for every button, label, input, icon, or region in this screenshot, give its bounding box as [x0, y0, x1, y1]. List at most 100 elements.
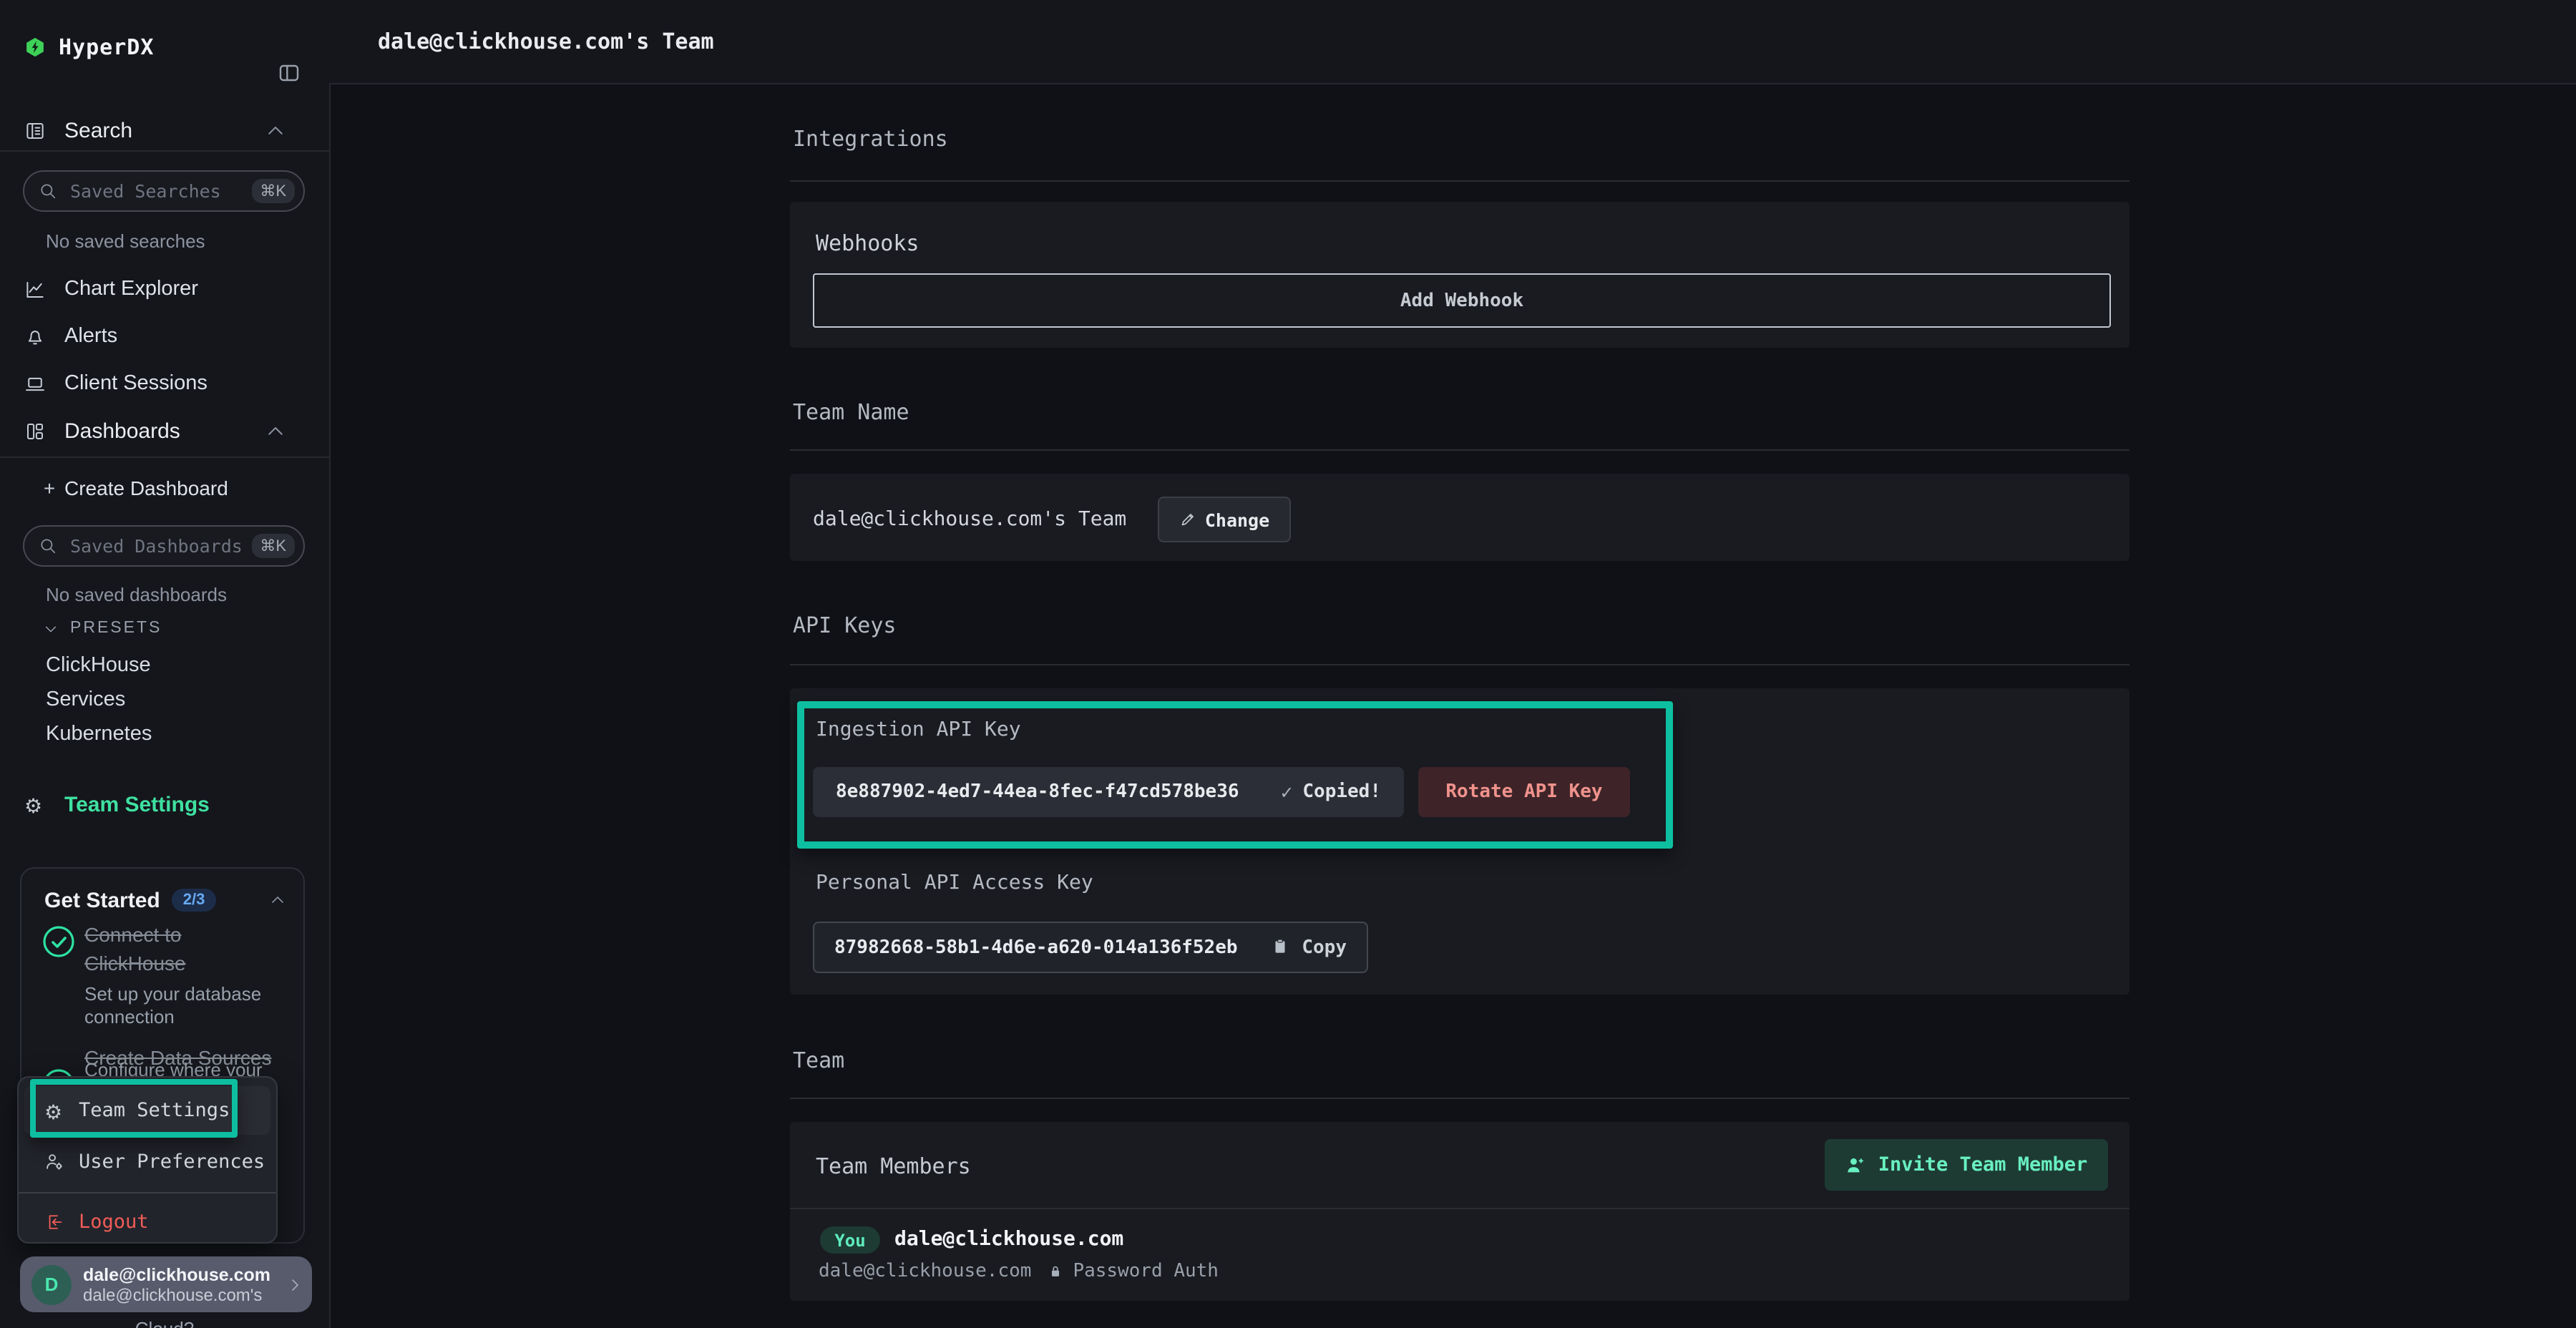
chevron-right-icon — [286, 1276, 303, 1293]
presets-label: PRESETS — [70, 620, 162, 637]
user-email: dale@clickhouse.com — [83, 1264, 283, 1284]
saved-searches-field[interactable] — [67, 179, 251, 203]
add-webhook-button[interactable]: Add Webhook — [813, 273, 2111, 328]
gear-icon: ⚙ — [24, 794, 46, 815]
sidebar-item-label: Dashboards — [64, 419, 180, 443]
chart-icon — [24, 278, 46, 300]
page-title: dale@clickhouse.com's Team — [378, 29, 714, 54]
topbar: dale@clickhouse.com's Team — [329, 0, 2576, 84]
copy-button-label[interactable]: Copy — [1302, 937, 1347, 958]
gear-icon: ⚙ — [44, 1100, 64, 1120]
team-name-heading: Team Name — [793, 399, 909, 425]
menu-item-label: User Preferences — [79, 1151, 265, 1173]
chevron-down-icon — [43, 620, 59, 636]
brand-name: HyperDX — [59, 34, 154, 60]
sidebar-divider — [0, 456, 329, 458]
you-badge: You — [820, 1226, 880, 1254]
section-divider — [790, 449, 2129, 451]
create-dashboard-label: Create Dashboard — [64, 477, 228, 499]
sidebar-divider — [0, 150, 329, 152]
ingestion-key-text: 8e887902-4ed7-44ea-8fec-f47cd578be36 — [836, 781, 1239, 803]
sidebar-item-label: Chart Explorer — [64, 278, 198, 301]
plus-icon: + — [40, 477, 59, 499]
get-started-item-subtitle: Set up your database connection — [84, 983, 288, 1027]
invite-button-label: Invite Team Member — [1878, 1153, 2088, 1176]
team-heading: Team — [793, 1048, 844, 1073]
collapse-sidebar-icon[interactable] — [278, 62, 301, 83]
saved-dashboards-input[interactable]: ⌘K — [23, 525, 305, 567]
no-saved-searches-text: No saved searches — [46, 230, 205, 252]
team-name-value: dale@clickhouse.com's Team — [813, 508, 1126, 531]
chevron-up-icon[interactable] — [265, 420, 286, 441]
chevron-up-icon[interactable] — [265, 119, 286, 141]
copied-label: Copied! — [1302, 781, 1381, 803]
account-menu: ⚙ Team Settings User Preferences Logout — [17, 1076, 278, 1244]
menu-item-user-preferences[interactable]: User Preferences — [24, 1138, 270, 1186]
bell-icon — [24, 326, 46, 347]
team-name-card: dale@clickhouse.com's Team Change — [790, 474, 2129, 561]
team-settings-link-label: Team Settings — [64, 792, 210, 816]
section-divider — [790, 1098, 2129, 1099]
sidebar-item-label: Search — [64, 118, 132, 142]
webhooks-title: Webhooks — [816, 230, 919, 256]
search-icon — [39, 537, 57, 555]
sidebar-item-alerts[interactable]: Alerts — [0, 315, 329, 358]
no-saved-dashboards-text: No saved dashboards — [46, 584, 227, 605]
team-members-title: Team Members — [816, 1153, 971, 1179]
auth-method-label: Password Auth — [1073, 1261, 1219, 1282]
api-keys-heading: API Keys — [793, 612, 897, 638]
webhooks-card: Webhooks Add Webhook — [790, 202, 2129, 348]
ingestion-key-value[interactable]: 8e887902-4ed7-44ea-8fec-f47cd578be36 ✓ C… — [813, 767, 1404, 817]
saved-searches-input[interactable]: ⌘K — [23, 170, 305, 212]
preset-item-kubernetes[interactable]: Kubernetes — [46, 723, 152, 746]
rotate-api-key-button[interactable]: Rotate API Key — [1418, 767, 1630, 817]
preset-item-clickhouse[interactable]: ClickHouse — [46, 654, 151, 677]
user-account-chip[interactable]: D dale@clickhouse.com dale@clickhouse.co… — [20, 1256, 312, 1312]
menu-item-team-settings[interactable]: ⚙ Team Settings — [24, 1086, 270, 1135]
sidebar-item-client-sessions[interactable]: Client Sessions — [0, 362, 329, 405]
personal-key-label: Personal API Access Key — [816, 872, 1093, 894]
sidebar-item-chart-explorer[interactable]: Chart Explorer — [0, 268, 329, 311]
pencil-icon — [1179, 511, 1196, 528]
member-details-row: dale@clickhouse.com Password Auth — [819, 1261, 1219, 1282]
menu-item-label: Team Settings — [79, 1099, 230, 1122]
section-divider — [790, 180, 2129, 182]
sidebar-item-dashboards[interactable]: Dashboards — [0, 409, 329, 452]
ingestion-key-label: Ingestion API Key — [816, 718, 1021, 741]
avatar: D — [31, 1264, 72, 1304]
personal-key-value[interactable]: 87982668-58b1-4d6e-a620-014a136f52eb Cop… — [813, 922, 1368, 973]
sidebar-item-label: Client Sessions — [64, 372, 208, 395]
presets-toggle[interactable]: PRESETS — [43, 620, 162, 637]
hyperdx-app: HyperDX Search ⌘K No saved sear — [0, 0, 2576, 1328]
change-team-name-button[interactable]: Change — [1158, 497, 1291, 542]
progress-badge: 2/3 — [172, 889, 217, 912]
clipped-cloud-text[interactable]: Cloud? — [0, 1318, 329, 1328]
member-email: dale@clickhouse.com — [894, 1228, 1123, 1251]
create-dashboard-button[interactable]: + Create Dashboard — [0, 467, 329, 509]
change-button-label: Change — [1205, 509, 1269, 530]
get-started-item-title[interactable]: Connect to ClickHouse — [84, 920, 288, 977]
person-plus-icon — [1845, 1154, 1867, 1176]
preset-item-services[interactable]: Services — [46, 688, 125, 711]
search-icon — [39, 182, 57, 200]
integrations-heading: Integrations — [793, 126, 948, 152]
sidebar-item-search[interactable]: Search — [0, 109, 329, 152]
invite-team-member-button[interactable]: Invite Team Member — [1825, 1139, 2108, 1191]
user-gear-icon — [44, 1152, 64, 1172]
menu-item-label: Logout — [79, 1211, 149, 1234]
sidebar-item-team-settings[interactable]: ⚙ Team Settings — [0, 783, 329, 826]
hyperdx-logo-icon — [24, 36, 46, 59]
team-members-card: Team Members Invite Team Member You dale… — [790, 1122, 2129, 1301]
sidebar-item-label: Alerts — [64, 325, 117, 348]
check-icon: ✓ — [1279, 782, 1294, 802]
check-circle-icon — [42, 924, 76, 959]
personal-key-text: 87982668-58b1-4d6e-a620-014a136f52eb — [834, 937, 1238, 958]
menu-item-logout[interactable]: Logout — [24, 1198, 270, 1246]
api-keys-card: Ingestion API Key 8e887902-4ed7-44ea-8fe… — [790, 688, 2129, 995]
sidebar: HyperDX Search ⌘K No saved sear — [0, 0, 331, 1328]
get-started-title: Get Started — [44, 888, 160, 912]
saved-dashboards-field[interactable] — [67, 534, 251, 558]
search-journal-icon — [24, 119, 46, 141]
logo-row: HyperDX — [0, 26, 329, 69]
chevron-up-icon[interactable] — [269, 892, 286, 909]
